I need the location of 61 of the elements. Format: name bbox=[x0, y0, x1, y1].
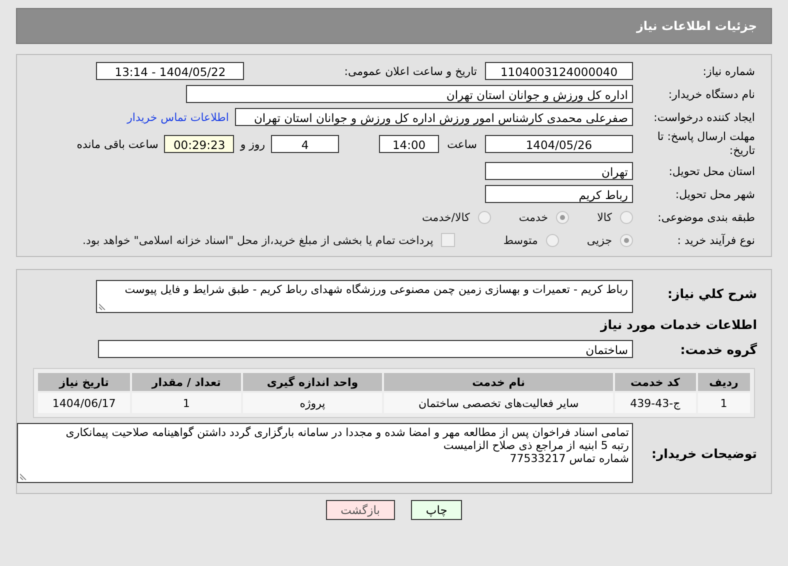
notes-line: رتبه 5 ابنیه از مراجع ذی صلاح الزامیست bbox=[442, 439, 629, 452]
buyer-contact-link[interactable]: اطلاعات تماس خریدار bbox=[127, 110, 229, 124]
radio-label: خدمت bbox=[518, 210, 548, 224]
table-cell: سایر فعالیت‌های تخصصی ساختمان bbox=[384, 393, 613, 413]
description-text: رباط کریم - تعمیرات و بهسازی زمین چمن مصنوعی ورزشگاه شهدای رباط کریم - طبق شرایط و فایل پیوست bbox=[124, 282, 628, 296]
radio-label: جزیی bbox=[586, 234, 612, 246]
field-label: شرح کلي نياز: bbox=[666, 286, 758, 300]
table-cell: 1 bbox=[132, 393, 241, 413]
field-label: گروه خدمت: bbox=[679, 342, 758, 356]
remaining-time-field: 00:29:23 bbox=[164, 135, 234, 153]
table-cell: پروژه bbox=[242, 393, 382, 413]
time-label: ساعت bbox=[447, 138, 477, 150]
page-title: جزئیات اطلاعات نیاز bbox=[636, 19, 757, 33]
radio-label: کالا/خدمت bbox=[422, 210, 470, 224]
need-number-field: 1104003124000040 bbox=[485, 62, 633, 80]
days-label: روز و bbox=[240, 138, 266, 150]
deadline-time-field: 14:00 bbox=[379, 135, 440, 153]
field-label: تاریخ و ساعت اعلان عمومی: bbox=[344, 64, 477, 78]
field-label: شهر محل تحویل: bbox=[674, 188, 756, 200]
announce-date-field: 1404/05/22 - 13:14 bbox=[96, 62, 244, 80]
deadline-date-field: 1404/05/26 bbox=[485, 135, 633, 153]
table-cell: ج-43-439 bbox=[614, 393, 696, 413]
radio-button[interactable] bbox=[478, 210, 491, 224]
column-header: واحد اندازه گیری bbox=[242, 373, 382, 391]
field-label: مهلت ارسال پاسخ: تا تاریخ: bbox=[656, 130, 756, 158]
buyer-org-field: اداره کل ورزش و جوانان استان تهران bbox=[186, 85, 633, 103]
resize-grip-icon bbox=[20, 472, 28, 480]
checkbox[interactable] bbox=[441, 233, 456, 247]
notes-line: شماره تماس 77533217 bbox=[508, 452, 629, 465]
remaining-label: ساعت باقی مانده bbox=[76, 138, 158, 150]
radio-label: کالا bbox=[597, 210, 612, 224]
column-header: نام خدمت bbox=[384, 373, 613, 391]
field-label: طبقه بندی موضوعی: bbox=[656, 210, 756, 224]
province-field: تهران bbox=[485, 162, 633, 180]
column-header: تعداد / مقدار bbox=[132, 373, 241, 391]
field-label: نام دستگاه خریدار: bbox=[667, 88, 756, 100]
table-cell: 1 bbox=[698, 393, 750, 413]
radio-label: متوسط bbox=[503, 234, 538, 246]
field-label: نوع فرآیند خرید : bbox=[676, 234, 756, 246]
radio-button[interactable] bbox=[546, 234, 559, 246]
column-header: کد خدمت bbox=[614, 373, 696, 391]
requester-field: صفرعلی محمدی کارشناس امور ورزش اداره کل ورزش و جوانان استان تهران bbox=[235, 108, 633, 126]
column-header: ردیف bbox=[698, 373, 750, 391]
radio-button[interactable] bbox=[556, 210, 570, 224]
city-field: رباط کریم bbox=[485, 185, 633, 203]
field-label: شماره نیاز: bbox=[702, 64, 756, 78]
print-button[interactable]: چاپ bbox=[410, 500, 462, 520]
days-field: 4 bbox=[271, 135, 340, 153]
service-group-field: ساختمان bbox=[98, 340, 633, 358]
field-label: ایجاد کننده درخواست: bbox=[652, 110, 756, 124]
notes-line: تمامی اسناد فراخوان پس از مطالعه مهر و امضا شده و مجددا در سامانه بارگزاری گردد داشتن گواهینامه صلاحیت پیمانکاری bbox=[64, 426, 629, 439]
table-cell: 1404/06/17 bbox=[38, 393, 130, 413]
back-button[interactable]: بازگشت bbox=[326, 500, 395, 520]
radio-button[interactable] bbox=[620, 234, 633, 246]
resize-grip-icon bbox=[99, 302, 107, 310]
radio-button[interactable] bbox=[620, 210, 633, 224]
section-heading: اطلاعات خدمات مورد نیاز bbox=[599, 317, 758, 332]
field-label: استان محل تحویل: bbox=[668, 164, 756, 178]
field-label: توضیحات خریدار: bbox=[650, 446, 758, 460]
checkbox-label: پرداخت تمام یا بخشی از مبلغ خرید،از محل "اسناد خزانه اسلامی" خواهد بود. bbox=[82, 234, 434, 246]
column-header: تاریخ نیاز bbox=[38, 373, 130, 391]
